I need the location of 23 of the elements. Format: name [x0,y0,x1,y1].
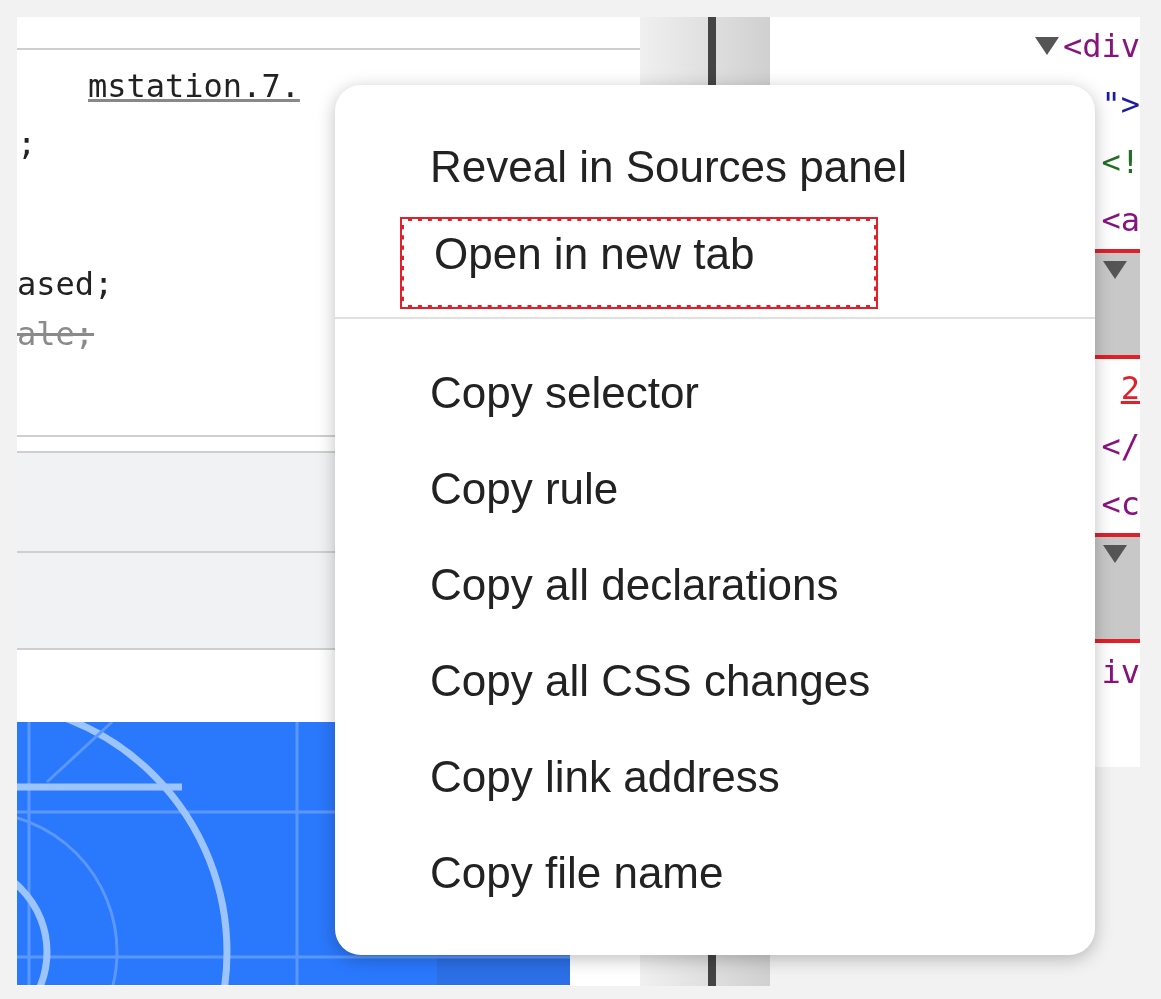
code-fragment: <a [1101,200,1140,241]
source-link[interactable]: mstation.7. [88,67,300,105]
code-fragment: "> [1101,84,1140,125]
menu-item[interactable]: Copy all declarations [400,539,839,631]
expand-triangle-icon[interactable] [1103,261,1127,279]
expand-triangle-icon[interactable] [1034,37,1059,55]
css-declaration: ased; [17,265,114,303]
code-fragment: </ [1101,426,1140,467]
menu-item[interactable]: Copy all CSS changes [400,635,871,727]
menu-item[interactable]: Copy link address [400,731,780,823]
code-fragment: iv [1101,652,1140,693]
menu-item[interactable]: Copy file name [400,827,724,919]
code-fragment: <div [1062,26,1140,67]
css-declaration: ; [17,125,37,163]
menu-item[interactable]: Reveal in Sources panel [400,121,907,213]
code-fragment: 2 [1120,368,1140,409]
menu-item[interactable]: Open in new tab [400,217,878,309]
expand-triangle-icon[interactable] [1103,545,1127,563]
css-declaration: ale; [17,315,95,353]
menu-item[interactable]: Copy rule [400,443,619,535]
code-fragment: <! [1101,142,1140,183]
code-fragment: <c [1101,484,1140,525]
menu-item[interactable]: Copy selector [400,347,699,439]
